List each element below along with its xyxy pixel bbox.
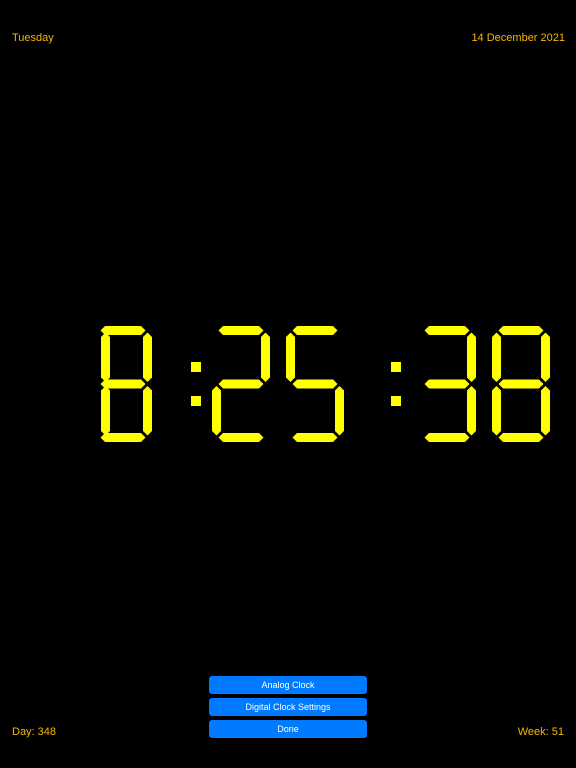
- digital-clock-screen: Tuesday 14 December 2021 Analog Clock Di…: [0, 0, 576, 768]
- segment-middle: [424, 379, 470, 389]
- segment-bottom: [424, 433, 470, 442]
- digital-clock-settings-button[interactable]: Digital Clock Settings: [209, 698, 367, 716]
- segment-top: [100, 326, 146, 335]
- colon-separator: [191, 362, 201, 406]
- clock-menu: Analog Clock Digital Clock Settings Done: [209, 676, 367, 742]
- segment-lower-left: [492, 386, 501, 436]
- week-number-label: Week: 51: [517, 726, 564, 738]
- colon-dot: [391, 362, 401, 372]
- done-button[interactable]: Done: [209, 720, 367, 738]
- segment-upper-right: [101, 332, 110, 382]
- date-label: 14 December 2021: [471, 32, 565, 44]
- segment-bottom: [292, 433, 338, 442]
- digital-clock-display: [0, 320, 576, 450]
- segment-top: [424, 326, 470, 335]
- segment-bottom: [498, 433, 544, 442]
- digit-minute-tens: [212, 326, 270, 442]
- analog-clock-button[interactable]: Analog Clock: [209, 676, 367, 694]
- segment-lower-right: [541, 386, 550, 436]
- segment-top: [498, 326, 544, 335]
- segment-upper-right: [143, 332, 152, 382]
- digit-second-ones: [492, 326, 550, 442]
- colon-dot: [391, 396, 401, 406]
- segment-lower-right: [143, 386, 152, 436]
- segment-top: [292, 326, 338, 335]
- colon-dot: [191, 396, 201, 406]
- segment-middle: [100, 379, 146, 389]
- segment-lower-left: [212, 386, 221, 436]
- weekday-label: Tuesday: [12, 32, 54, 44]
- segment-lower-right: [467, 386, 476, 436]
- segment-upper-right: [541, 332, 550, 382]
- segment-upper-left: [286, 332, 295, 382]
- seven-segment-clock: [100, 326, 550, 442]
- segment-lower-right: [335, 386, 344, 436]
- segment-middle: [292, 379, 338, 389]
- segment-lower-right: [101, 386, 110, 436]
- day-of-year-label: Day: 348: [12, 726, 57, 738]
- colon-dot: [191, 362, 201, 372]
- segment-bottom: [100, 433, 146, 442]
- segment-upper-left: [492, 332, 501, 382]
- segment-middle: [218, 379, 264, 389]
- segment-upper-right: [467, 332, 476, 382]
- digit-minute-ones: [286, 326, 344, 442]
- segment-upper-right: [261, 332, 270, 382]
- digit-second-tens: [424, 326, 476, 442]
- segment-bottom: [218, 433, 264, 442]
- segment-middle: [498, 379, 544, 389]
- segment-top: [218, 326, 264, 335]
- colon-separator: [391, 362, 401, 406]
